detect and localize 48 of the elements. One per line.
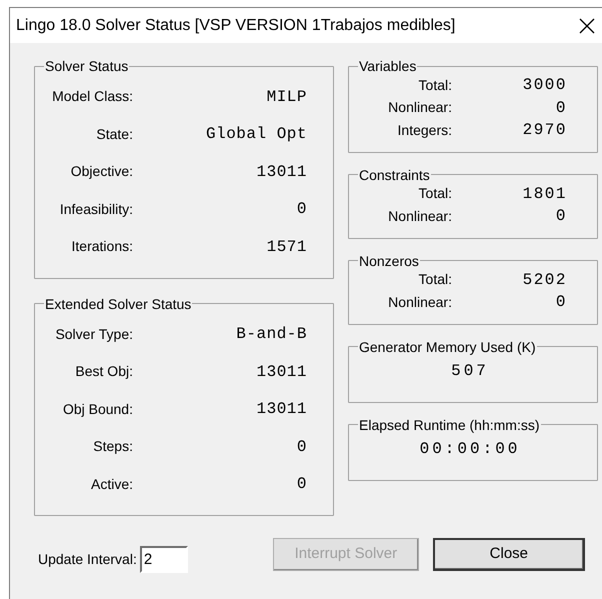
field-value: 0 bbox=[296, 436, 308, 458]
field-label: Solver Type: bbox=[54, 324, 133, 344]
field-label: Objective: bbox=[70, 162, 133, 182]
group-title: Constraints bbox=[358, 166, 431, 182]
field-value: 507 bbox=[450, 360, 490, 382]
field-value: 2970 bbox=[522, 120, 568, 142]
field-label: State: bbox=[95, 124, 133, 144]
field-value: 0 bbox=[554, 292, 568, 314]
field-value: 13011 bbox=[255, 399, 308, 420]
field-label: Total: bbox=[418, 270, 452, 290]
field-label: Best Obj: bbox=[74, 362, 133, 382]
field-label: Integers: bbox=[396, 120, 452, 140]
field-label: Model Class: bbox=[51, 87, 133, 106]
window-title: Lingo 18.0 Solver Status [VSP VERSION 1Trabajos medibles] bbox=[16, 16, 456, 36]
field-value: 1571 bbox=[266, 236, 308, 258]
close-button[interactable]: Close bbox=[432, 538, 585, 571]
update-interval-field[interactable]: 2 bbox=[140, 546, 188, 573]
field-value: 1801 bbox=[522, 184, 568, 205]
field-value: 0 bbox=[296, 199, 308, 220]
field-value: 00:00:00 bbox=[418, 438, 522, 460]
group-title: Generator Memory Used (K) bbox=[358, 338, 537, 354]
field-label: Obj Bound: bbox=[62, 400, 133, 419]
close-icon bbox=[579, 18, 595, 34]
field-value: 0 bbox=[554, 98, 568, 119]
field-value: 13011 bbox=[255, 162, 308, 183]
group-title: Elapsed Runtime (hh:mm:ss) bbox=[358, 416, 541, 432]
field-label: Total: bbox=[418, 76, 452, 95]
field-value: MILP bbox=[266, 86, 308, 108]
field-label: Iterations: bbox=[70, 237, 133, 256]
group-title: Nonzeros bbox=[358, 252, 420, 268]
group-title: Extended Solver Status bbox=[44, 296, 192, 312]
group-title: Solver Status bbox=[44, 58, 130, 74]
field-label: Total: bbox=[418, 184, 452, 204]
field-value: 13011 bbox=[255, 362, 308, 383]
field-value: 3000 bbox=[522, 75, 568, 96]
field-label: Nonlinear: bbox=[387, 98, 452, 118]
field-label: Infeasibility: bbox=[58, 200, 133, 219]
update-interval-label: Update Interval: bbox=[38, 550, 137, 569]
group-title: Variables bbox=[358, 58, 418, 74]
field-label: Nonlinear: bbox=[387, 206, 452, 226]
field-label: Nonlinear: bbox=[387, 292, 452, 312]
field-value: 5202 bbox=[522, 270, 568, 291]
field-label: Active: bbox=[90, 474, 133, 494]
field-value: Global Opt bbox=[204, 124, 308, 146]
field-value: 0 bbox=[554, 206, 568, 228]
field-value: B-and-B bbox=[235, 324, 308, 346]
field-value: 0 bbox=[296, 474, 308, 496]
field-label: Steps: bbox=[92, 437, 133, 456]
